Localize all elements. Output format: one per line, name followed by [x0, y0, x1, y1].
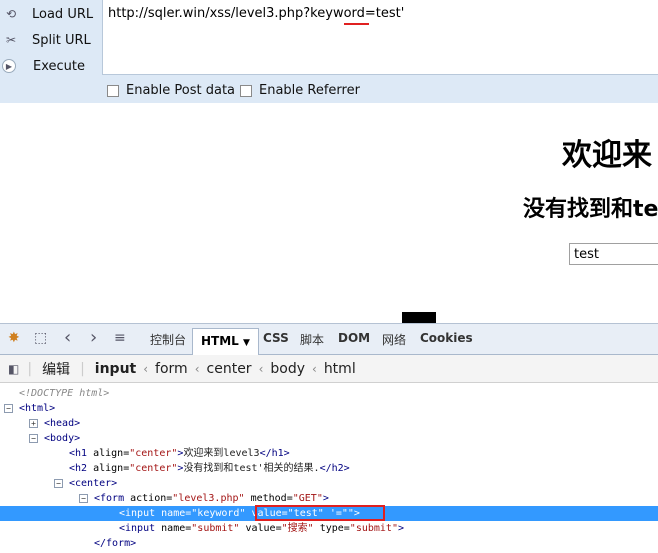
enable-post-data-checkbox[interactable]: Enable Post data	[107, 83, 235, 98]
tab-console[interactable]: 控制台	[150, 331, 186, 348]
tree-node-form[interactable]: − <form action="level3.php" method="GET"…	[0, 491, 658, 506]
checkbox-box[interactable]	[240, 84, 252, 97]
tab-css[interactable]: CSS	[263, 331, 289, 345]
tab-network[interactable]: 网络	[382, 331, 406, 348]
url-text: http://sqler.win/xss/level3.php?keyword=…	[108, 6, 405, 21]
tab-dom[interactable]: DOM	[338, 331, 370, 345]
breadcrumb-separator: ‹	[258, 361, 264, 376]
forward-arrow-icon[interactable]: ›	[90, 327, 97, 348]
inspect-icon[interactable]: ⬚	[34, 330, 47, 346]
page-subheading: 没有找到和te	[523, 197, 658, 222]
hackbar-panel: ⟲ Load URL ✂ Split URL ▶ Execute http://…	[0, 0, 658, 103]
black-block	[402, 312, 436, 323]
checkbox-box[interactable]	[107, 84, 119, 97]
url-textarea[interactable]: http://sqler.win/xss/level3.php?keyword=…	[102, 0, 658, 75]
tree-node-form-close[interactable]: </form>	[0, 536, 658, 551]
split-url-button[interactable]: ✂ Split URL	[0, 28, 91, 52]
enable-referrer-checkbox[interactable]: Enable Referrer	[240, 83, 360, 98]
tree-node-center[interactable]: − <center>	[0, 476, 658, 491]
expand-toggle-icon[interactable]: +	[29, 419, 38, 428]
breadcrumb-separator: ‹	[194, 361, 200, 376]
firebug-panel: ✸ ⬚ ‹ › ≡ 控制台 HTML ▼ CSS 脚本 DOM 网络 Cooki…	[0, 323, 658, 553]
execute-button[interactable]: ▶ Execute	[0, 54, 85, 78]
tab-html[interactable]: HTML ▼	[192, 328, 259, 356]
tree-node-h1[interactable]: <h1 align="center">欢迎来到level3</h1>	[0, 446, 658, 461]
tab-cookies[interactable]: Cookies	[420, 331, 473, 345]
breadcrumb: ◧ | 编辑 | input ‹ form ‹ center ‹ body ‹ …	[0, 355, 658, 383]
html-tree: <!DOCTYPE html> − <html> + <head> − <bod…	[0, 386, 658, 551]
chevron-down-icon: ▼	[243, 338, 250, 348]
red-box-annotation	[255, 505, 385, 521]
console-toggle-icon[interactable]: ≡	[114, 330, 126, 346]
collapse-toggle-icon[interactable]: −	[54, 479, 63, 488]
page-heading: 欢迎来	[562, 138, 652, 173]
scissors-icon: ✂	[5, 33, 17, 47]
layout-toggle-icon[interactable]: ◧	[8, 362, 19, 376]
load-url-button[interactable]: ⟲ Load URL	[0, 2, 93, 26]
red-underline-annotation	[344, 23, 369, 25]
tree-node-input-keyword[interactable]: <input name="keyword" value="test" '="">	[0, 505, 658, 521]
tree-node-input-submit[interactable]: <input name="submit" value="搜索" type="su…	[0, 521, 658, 536]
tree-node-head[interactable]: + <head>	[0, 416, 658, 431]
collapse-toggle-icon[interactable]: −	[79, 494, 88, 503]
devtools-tab-bar: ✸ ⬚ ‹ › ≡ 控制台 HTML ▼ CSS 脚本 DOM 网络 Cooki…	[0, 323, 658, 356]
breadcrumb-body[interactable]: body	[270, 361, 305, 377]
breadcrumb-separator: ‹	[143, 361, 149, 376]
load-url-icon: ⟲	[5, 7, 17, 21]
tree-node-body[interactable]: − <body>	[0, 431, 658, 446]
breadcrumb-input[interactable]: input	[95, 361, 136, 377]
play-icon: ▶	[2, 59, 16, 73]
breadcrumb-separator: ‹	[312, 361, 317, 376]
breadcrumb-form[interactable]: form	[155, 361, 188, 377]
back-arrow-icon[interactable]: ‹	[64, 327, 71, 348]
tree-node-doctype[interactable]: <!DOCTYPE html>	[0, 386, 658, 401]
tab-script[interactable]: 脚本	[300, 331, 324, 348]
tree-node-html[interactable]: − <html>	[0, 401, 658, 416]
breadcrumb-html[interactable]: html	[324, 361, 356, 377]
tree-node-h2[interactable]: <h2 align="center">没有找到和test'相关的结果.</h2>	[0, 461, 658, 476]
collapse-toggle-icon[interactable]: −	[29, 434, 38, 443]
keyword-input[interactable]: test	[569, 243, 658, 265]
page-content: 欢迎来 没有找到和te test	[0, 103, 658, 323]
edit-button[interactable]: 编辑	[42, 359, 70, 379]
collapse-toggle-icon[interactable]: −	[4, 404, 13, 413]
breadcrumb-center[interactable]: center	[207, 361, 252, 377]
firebug-icon[interactable]: ✸	[8, 330, 20, 346]
